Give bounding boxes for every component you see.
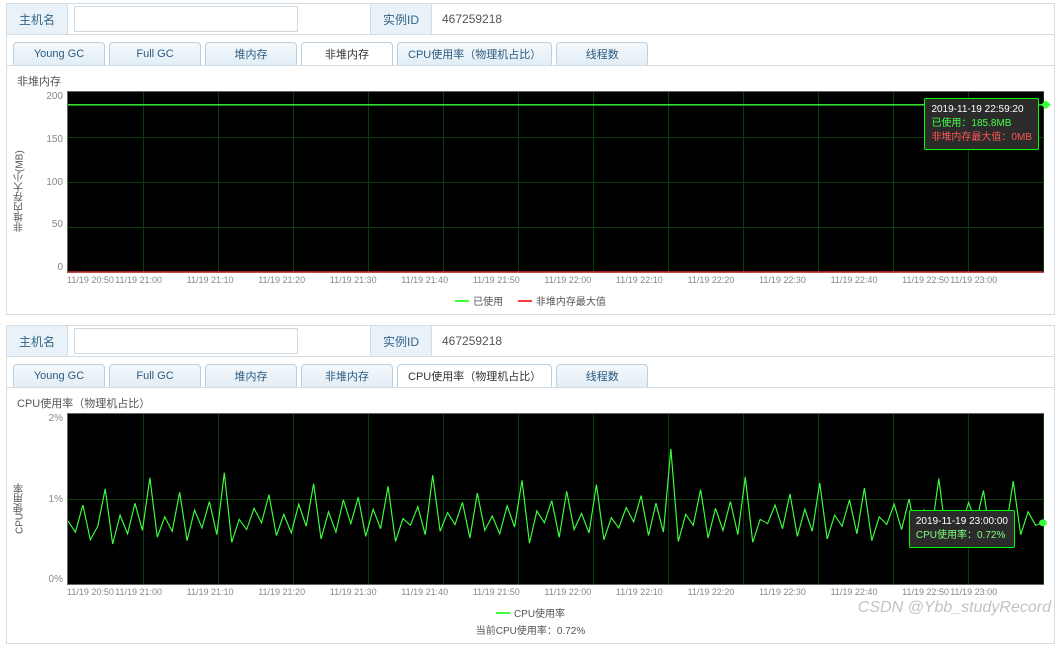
chart-nonheap: 非堆内存大小(MB) 200 150 100 50 0 2019-11-19 [13, 91, 1048, 291]
xtick: 11/19 22:10 [616, 587, 663, 603]
xtick: 11/19 22:20 [687, 275, 734, 291]
ytick: 1% [49, 494, 63, 505]
tab-nonheap[interactable]: 非堆内存 [301, 364, 393, 387]
host-label: 主机名 [7, 4, 68, 34]
panel-title-nonheap: 非堆内存 [17, 73, 1048, 89]
xtick: 11/19 21:30 [330, 587, 377, 603]
xtick: 11/19 21:00 [115, 587, 162, 603]
tooltip-nonheap: 2019-11-19 22:59:20 已使用：185.8MB 非堆内存最大值：… [924, 98, 1039, 150]
xtick: 11/19 22:50 [902, 587, 949, 603]
panel-nonheap: 主机名 实例ID 467259218 Young GC Full GC 堆内存 … [6, 3, 1055, 315]
chart-inner-cpu: 2% 1% 0% 2019-11-19 23:00:00 CPU使用率：0.72… [27, 413, 1048, 603]
xtick: 11/19 23:00 [950, 587, 997, 603]
tab-full-gc[interactable]: Full GC [109, 364, 201, 387]
xtick: 11/19 21:20 [258, 275, 305, 291]
tab-threads[interactable]: 线程数 [556, 42, 648, 65]
xtick: 11/19 23:00 [950, 275, 997, 291]
panel-body-cpu: CPU使用率（物理机占比） CPU使用率 2% 1% 0% 2019-11-19… [7, 387, 1054, 643]
host-input[interactable] [74, 6, 298, 32]
current-cpu: 当前CPU使用率：0.72% [13, 622, 1048, 637]
legend-cpu: CPU使用率 [13, 605, 1048, 620]
host-input-wrap [68, 4, 370, 34]
tooltip-time: 2019-11-19 23:00:00 [916, 515, 1008, 529]
xtick: 11/19 20:50 [67, 587, 114, 603]
tab-cpu[interactable]: CPU使用率（物理机占比） [397, 42, 552, 65]
plot-nonheap[interactable]: 2019-11-19 22:59:20 已使用：185.8MB 非堆内存最大值：… [67, 91, 1044, 273]
tab-young-gc[interactable]: Young GC [13, 364, 105, 387]
panel-title-cpu: CPU使用率（物理机占比） [17, 395, 1048, 411]
x-ticks-nonheap: 11/19 20:50 11/19 21:00 11/19 21:10 11/1… [67, 275, 1044, 291]
y-ticks-cpu: 2% 1% 0% [27, 413, 67, 585]
ytick: 0% [49, 574, 63, 585]
host-input-wrap [68, 326, 370, 356]
tooltip-cpu-val: CPU使用率：0.72% [916, 529, 1008, 543]
legend-used: 已使用 [455, 293, 503, 308]
xtick: 11/19 22:40 [831, 587, 878, 603]
xtick: 11/19 22:30 [759, 275, 806, 291]
xtick: 11/19 22:30 [759, 587, 806, 603]
x-ticks-cpu: 11/19 20:50 11/19 21:00 11/19 21:10 11/1… [67, 587, 1044, 603]
ytick: 2% [49, 413, 63, 424]
tooltip-time: 2019-11-19 22:59:20 [931, 103, 1032, 117]
xtick: 11/19 22:00 [544, 587, 591, 603]
tabs-cpu: Young GC Full GC 堆内存 非堆内存 CPU使用率（物理机占比） … [13, 363, 1048, 387]
tab-full-gc[interactable]: Full GC [109, 42, 201, 65]
xtick: 11/19 22:50 [902, 275, 949, 291]
xtick: 11/19 21:50 [473, 587, 520, 603]
xtick: 11/19 21:30 [330, 275, 377, 291]
y-axis-title-cpu: CPU使用率 [13, 413, 27, 603]
tab-heap[interactable]: 堆内存 [205, 42, 297, 65]
ytick: 0 [57, 262, 63, 273]
tooltip-used: 已使用：185.8MB [931, 117, 1032, 131]
header-row: 主机名 实例ID 467259218 [7, 326, 1054, 357]
host-label: 主机名 [7, 326, 68, 356]
legend-nonheap: 已使用 非堆内存最大值 [13, 293, 1048, 308]
xtick: 11/19 21:00 [115, 275, 162, 291]
ytick: 200 [46, 91, 63, 102]
xtick: 11/19 20:50 [67, 275, 114, 291]
xtick: 11/19 21:10 [187, 275, 234, 291]
panel-body-nonheap: 非堆内存 非堆内存大小(MB) 200 150 100 50 0 [7, 65, 1054, 314]
tabs-nonheap: Young GC Full GC 堆内存 非堆内存 CPU使用率（物理机占比） … [13, 41, 1048, 65]
ytick: 50 [52, 219, 63, 230]
header-row: 主机名 实例ID 467259218 [7, 4, 1054, 35]
ytick: 100 [46, 177, 63, 188]
xtick: 11/19 21:10 [187, 587, 234, 603]
tab-nonheap[interactable]: 非堆内存 [301, 42, 393, 65]
xtick: 11/19 21:40 [401, 587, 448, 603]
host-input[interactable] [74, 328, 298, 354]
legend-cpu-series: CPU使用率 [496, 605, 565, 620]
instance-id-label: 实例ID [370, 4, 432, 34]
xtick: 11/19 22:00 [544, 275, 591, 291]
ytick: 150 [46, 134, 63, 145]
tab-young-gc[interactable]: Young GC [13, 42, 105, 65]
tooltip-cpu: 2019-11-19 23:00:00 CPU使用率：0.72% [909, 510, 1015, 548]
instance-id-value: 467259218 [432, 326, 512, 356]
xtick: 11/19 21:40 [401, 275, 448, 291]
xtick: 11/19 22:10 [616, 275, 663, 291]
chart-inner-nonheap: 200 150 100 50 0 2019-11-19 22:59:20 已使用… [27, 91, 1048, 291]
tab-heap[interactable]: 堆内存 [205, 364, 297, 387]
xtick: 11/19 22:40 [831, 275, 878, 291]
legend-max: 非堆内存最大值 [518, 293, 606, 308]
instance-id-label: 实例ID [370, 326, 432, 356]
xtick: 11/19 22:20 [687, 587, 734, 603]
instance-id-value: 467259218 [432, 4, 512, 34]
tooltip-max: 非堆内存最大值：0MB [931, 131, 1032, 145]
chart-cpu: CPU使用率 2% 1% 0% 2019-11-19 23:00:00 CPU使… [13, 413, 1048, 603]
xtick: 11/19 21:20 [258, 587, 305, 603]
tab-threads[interactable]: 线程数 [556, 364, 648, 387]
xtick: 11/19 21:50 [473, 275, 520, 291]
panel-cpu: 主机名 实例ID 467259218 Young GC Full GC 堆内存 … [6, 325, 1055, 644]
y-axis-title-nonheap: 非堆内存大小(MB) [13, 91, 27, 291]
plot-cpu[interactable]: 2019-11-19 23:00:00 CPU使用率：0.72% [67, 413, 1044, 585]
y-ticks-nonheap: 200 150 100 50 0 [27, 91, 67, 273]
tab-cpu[interactable]: CPU使用率（物理机占比） [397, 364, 552, 387]
